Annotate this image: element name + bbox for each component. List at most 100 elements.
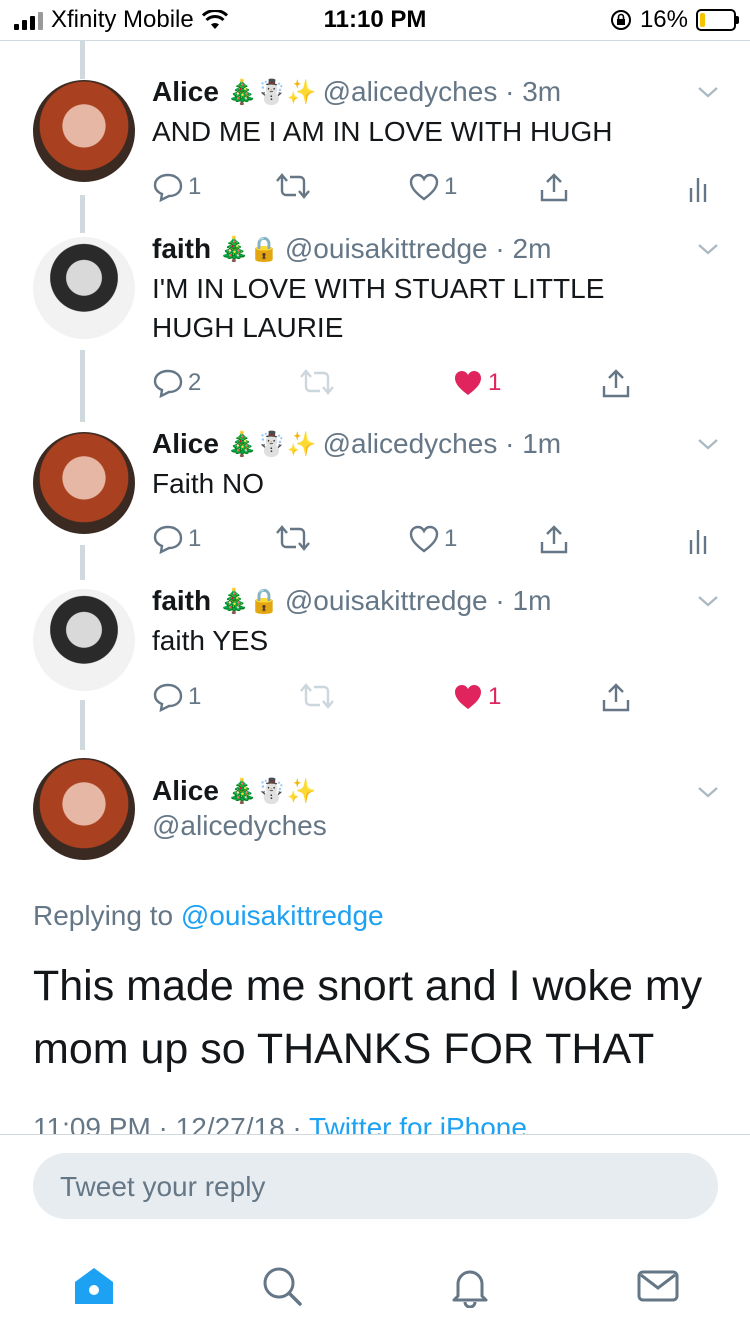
analytics-icon [689,178,707,202]
retweet-icon [276,173,310,199]
share-icon [540,173,568,202]
chevron-down-icon[interactable] [696,80,720,104]
tweet-actions: 1 1 [152,682,722,722]
username[interactable]: @alicedyches [152,810,327,842]
chevron-down-icon[interactable] [696,237,720,261]
reply-button[interactable]: 1 [152,524,201,554]
display-name[interactable]: faith [152,233,211,265]
reply-button[interactable]: 2 [152,368,201,398]
avatar[interactable] [33,80,135,182]
analytics-button[interactable] [688,172,712,204]
like-button[interactable]: 1 [408,524,457,554]
analytics-button[interactable] [688,524,712,556]
reply-count: 2 [188,369,202,396]
chevron-down-icon[interactable] [696,432,720,456]
like-button[interactable]: 1 [452,682,501,712]
reply-icon [153,369,183,398]
heart-outline-icon [409,525,439,553]
reply-count: 1 [188,525,202,552]
chevron-down-icon[interactable] [696,780,720,804]
username[interactable]: @ouisakittredge [285,585,488,617]
thread-line [80,700,85,750]
share-icon [540,525,568,554]
display-name[interactable]: faith [152,585,211,617]
thread-line [80,545,85,580]
tweet-age: 1m [522,428,562,459]
notifications-icon[interactable] [448,1264,492,1308]
display-name[interactable]: Alice [152,428,219,460]
reply-composer[interactable] [33,1153,718,1221]
username[interactable]: @ouisakittredge [285,233,488,265]
analytics-icon [689,530,707,554]
share-icon [602,683,630,712]
username[interactable]: @alicedyches [323,76,498,108]
tweet-text: I'M IN LOVE WITH STUART LITTLE HUGH LAUR… [152,273,605,343]
messages-icon[interactable] [636,1264,680,1308]
replying-to-link[interactable]: @ouisakittredge [181,900,384,931]
tweet-age: 2m [512,233,552,264]
tab-bar [0,1250,750,1320]
retweet-icon [300,369,334,395]
tweet-age: 3m [522,76,562,107]
like-count: 1 [444,173,458,200]
name-emoji: 🎄🔒 [219,235,279,263]
chevron-down-icon[interactable] [696,589,720,613]
tweet[interactable]: Alice 🎄☃️✨ @alicedyches · 1m Faith NO [152,426,722,503]
like-button[interactable]: 1 [452,368,501,398]
retweet-button[interactable] [274,172,312,200]
status-bar: Xfinity Mobile 11:10 PM 16% [0,0,750,40]
display-name[interactable]: Alice [152,76,219,108]
like-count: 1 [488,369,502,396]
retweet-button[interactable] [274,524,312,552]
retweet-button-disabled [298,368,336,396]
heart-outline-icon [409,173,439,201]
share-icon [602,369,630,398]
main-tweet-header: Alice 🎄☃️✨ [152,773,323,809]
avatar[interactable] [33,758,135,860]
thread-line [80,41,85,79]
like-count: 1 [444,525,458,552]
share-button[interactable] [538,524,570,556]
tweet-text: Faith NO [152,468,265,499]
nav-divider [0,40,750,41]
reply-bar-divider [0,1134,750,1135]
avatar[interactable] [33,237,135,339]
thread-line [80,195,85,233]
battery-fill [700,13,706,27]
like-button[interactable]: 1 [408,172,457,202]
share-button[interactable] [600,682,632,714]
retweet-icon [276,525,310,551]
replying-prefix: Replying to [33,900,174,931]
search-icon[interactable] [260,1264,304,1308]
reply-icon [153,525,183,554]
tweet-text: AND ME I AM IN LOVE WITH HUGH [152,116,613,147]
avatar[interactable] [33,589,135,691]
thread-line [80,350,85,422]
name-emoji: 🎄☃️✨ [226,777,317,805]
share-button[interactable] [600,368,632,400]
tweet-header: Alice 🎄☃️✨ @alicedyches · 3m [152,76,562,108]
avatar[interactable] [33,432,135,534]
reply-button[interactable]: 1 [152,682,201,712]
name-emoji: 🎄☃️✨ [226,78,317,106]
name-emoji: 🎄☃️✨ [226,430,317,458]
status-right: 16% [610,6,739,34]
tweet[interactable]: faith 🎄🔒 @ouisakittredge · 2m I'M IN LOV… [152,231,722,347]
reply-button[interactable]: 1 [152,172,201,202]
retweet-button-disabled [298,682,336,710]
tweet-timestamp: 11:09 PM · 12/27/18 · [33,1112,302,1134]
home-icon[interactable] [72,1264,116,1308]
tweet-text: faith YES [152,625,269,656]
reply-input[interactable] [58,1153,682,1221]
tweet[interactable]: faith 🎄🔒 @ouisakittredge · 1m faith YES [152,583,722,660]
display-name[interactable]: Alice [152,775,219,807]
tweet-header: Alice 🎄☃️✨ @alicedyches · 1m [152,428,562,460]
tweet-source-link[interactable]: Twitter for iPhone [309,1112,527,1134]
share-button[interactable] [538,172,570,204]
heart-filled-icon [455,371,481,395]
username[interactable]: @alicedyches [323,428,498,460]
retweet-icon [300,683,334,709]
tweet-age: 1m [512,585,552,616]
tweet-actions: 1 1 [152,172,722,212]
tweet[interactable]: Alice 🎄☃️✨ @alicedyches · 3m AND ME I AM… [152,74,722,151]
